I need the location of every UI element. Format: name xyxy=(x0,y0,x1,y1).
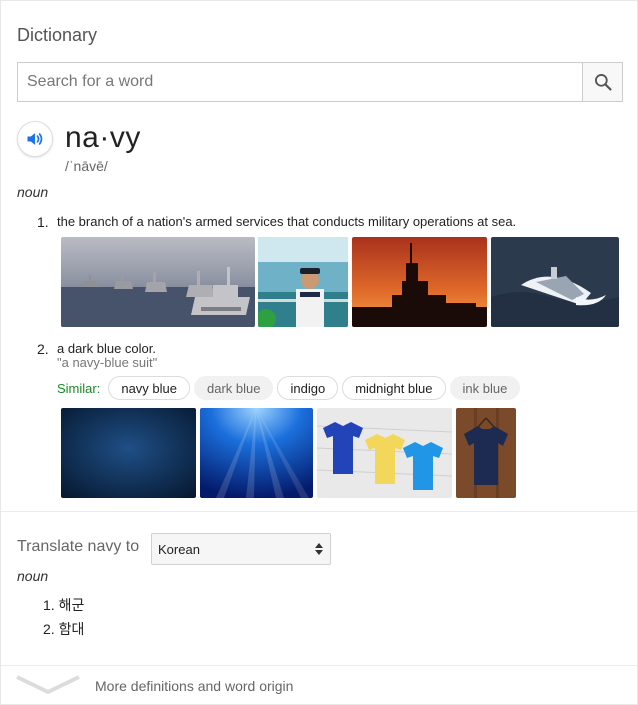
footer-divider xyxy=(1,665,638,666)
speaker-icon xyxy=(27,133,43,145)
similar-chip[interactable]: ink blue xyxy=(449,376,521,400)
translation-text: 해군 xyxy=(58,597,85,613)
section-divider xyxy=(1,511,638,512)
translation-number: 2. xyxy=(43,621,55,637)
updown-arrows-icon xyxy=(315,543,323,555)
polo-shirts-photo[interactable] xyxy=(317,408,452,498)
definition-number: 1. xyxy=(37,214,49,230)
similar-chip[interactable]: dark blue xyxy=(194,376,274,400)
headword: na·vy xyxy=(65,121,141,154)
translation-item: 2. 함대 xyxy=(43,619,84,639)
search-icon xyxy=(594,74,612,91)
chevron-down-icon[interactable] xyxy=(15,674,81,696)
similar-label: Similar: xyxy=(57,380,101,396)
translate-label: Translate navy to xyxy=(17,538,140,555)
dictionary-card: Dictionary na·vy /ˈnāvē/ noun 1. the bra… xyxy=(0,0,638,705)
definition-number: 2. xyxy=(37,341,49,357)
similar-chip[interactable]: indigo xyxy=(277,376,339,400)
underwater-blue-photo[interactable] xyxy=(200,408,313,498)
language-select-value: Korean xyxy=(158,541,200,557)
search-box xyxy=(17,62,623,102)
part-of-speech: noun xyxy=(17,184,49,200)
warship-sunset-photo[interactable] xyxy=(352,237,487,327)
similar-words: Similar: navy blue dark blue indigo midn… xyxy=(57,376,524,400)
phonetic: /ˈnāvē/ xyxy=(65,158,108,174)
navy-gradient-photo[interactable] xyxy=(61,408,196,498)
definition-example: "a navy-blue suit" xyxy=(57,355,158,370)
naval-officer-photo[interactable] xyxy=(258,237,348,327)
definition-text: a dark blue color. xyxy=(57,341,157,356)
language-select[interactable]: Korean xyxy=(151,533,331,565)
definition-text: the branch of a nation's armed services … xyxy=(57,214,517,229)
patrol-boat-photo[interactable] xyxy=(491,237,619,327)
fleet-of-warships-photo[interactable] xyxy=(61,237,255,327)
search-button[interactable] xyxy=(582,63,622,101)
translation-part-of-speech: noun xyxy=(17,568,49,584)
translation-number: 1. xyxy=(43,597,55,613)
translation-text: 함대 xyxy=(58,621,85,637)
navy-tshirt-photo[interactable] xyxy=(456,408,516,498)
similar-chip[interactable]: midnight blue xyxy=(342,376,446,400)
similar-chip[interactable]: navy blue xyxy=(108,376,190,400)
dictionary-title: Dictionary xyxy=(17,25,98,45)
translation-item: 1. 해군 xyxy=(43,595,84,615)
pronunciation-audio-button[interactable] xyxy=(17,121,53,157)
more-definitions-link[interactable]: More definitions and word origin xyxy=(95,678,293,694)
search-input[interactable] xyxy=(18,63,582,101)
